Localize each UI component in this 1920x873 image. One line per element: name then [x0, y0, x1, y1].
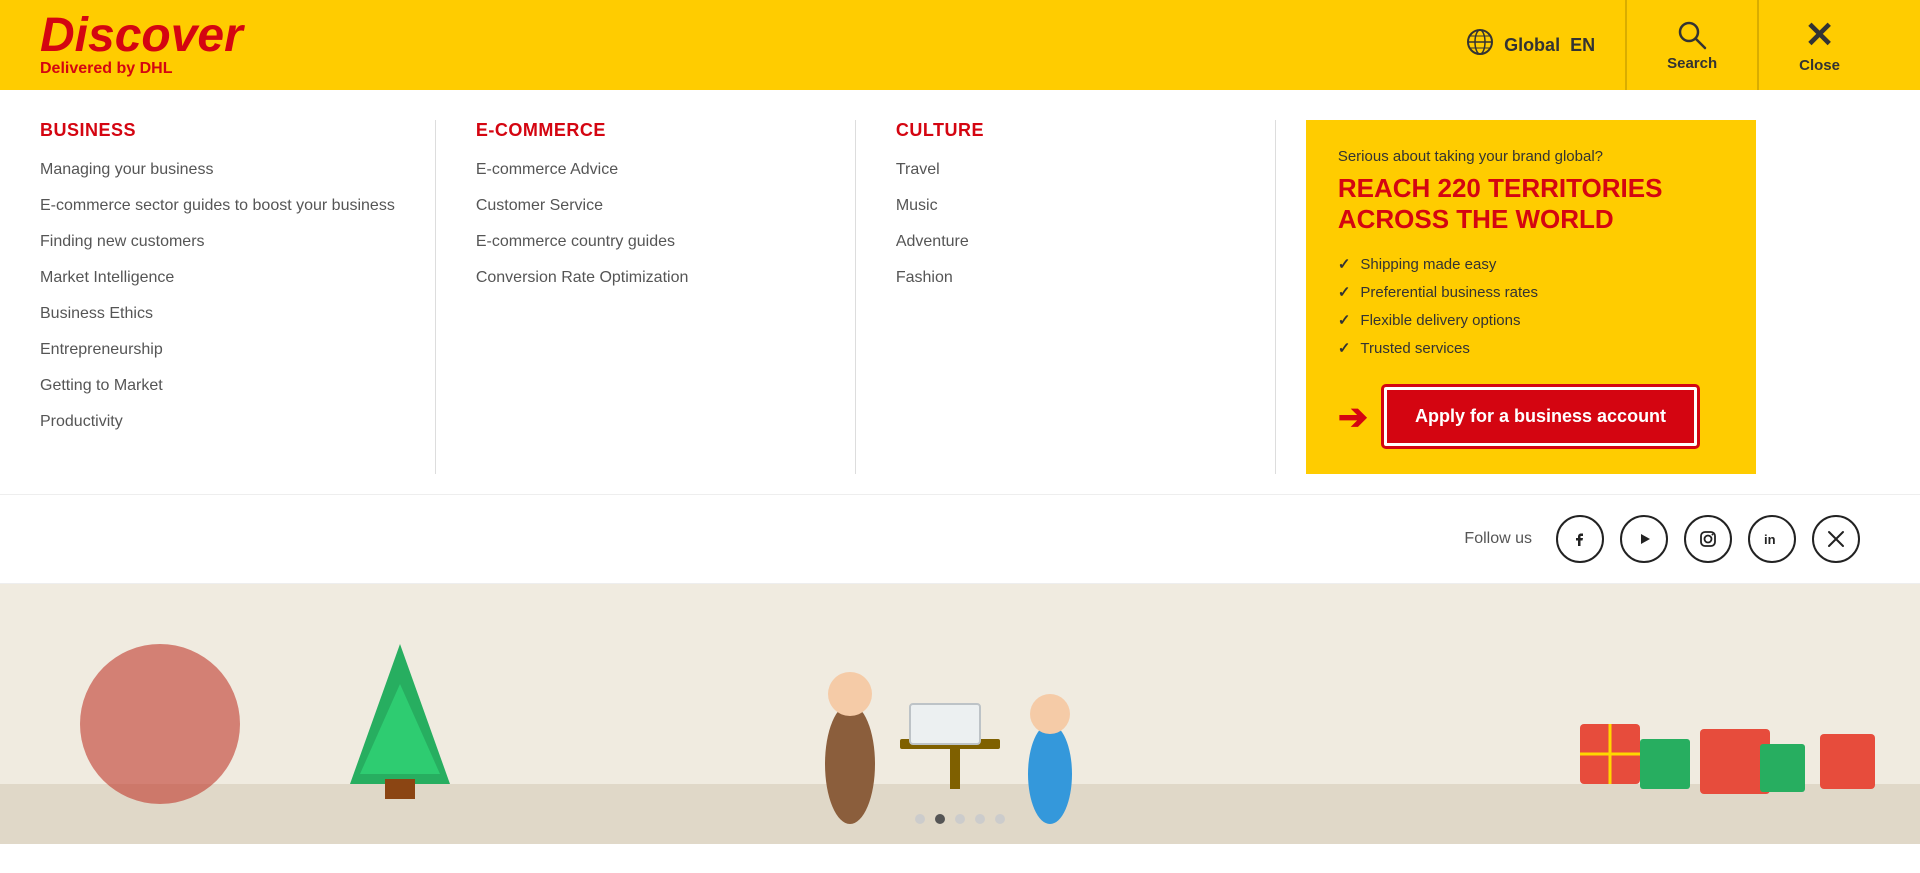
- nav-link-managing[interactable]: Managing your business: [40, 161, 395, 179]
- nav-link-productivity[interactable]: Productivity: [40, 413, 395, 431]
- nav-link-ecommerce-advice[interactable]: E-commerce Advice: [476, 161, 815, 179]
- nav-link-market[interactable]: Market Intelligence: [40, 269, 395, 287]
- facebook-icon[interactable]: [1556, 515, 1604, 563]
- promo-cta-row: ➔ Apply for a business account: [1338, 387, 1724, 446]
- social-bar: Follow us in: [0, 495, 1920, 584]
- nav-link-ethics[interactable]: Business Ethics: [40, 305, 395, 323]
- promo-feature-3: ✓ Flexible delivery options: [1338, 311, 1724, 329]
- nav-column-business: BUSINESS Managing your business E-commer…: [0, 120, 436, 474]
- search-button[interactable]: Search: [1627, 19, 1757, 72]
- nav-link-ecommerce-guides[interactable]: E-commerce sector guides to boost your b…: [40, 197, 395, 215]
- dot-2[interactable]: [935, 814, 945, 824]
- logo-dhl: DHL: [140, 60, 173, 77]
- instagram-icon[interactable]: [1684, 515, 1732, 563]
- promo-card: Serious about taking your brand global? …: [1306, 120, 1756, 474]
- hero-dots: [915, 814, 1005, 824]
- close-label: Close: [1799, 57, 1840, 74]
- apply-business-button[interactable]: Apply for a business account: [1384, 387, 1697, 446]
- close-icon: ✕: [1804, 17, 1834, 53]
- culture-title: CULTURE: [896, 120, 1235, 141]
- close-button[interactable]: ✕ Close: [1759, 17, 1880, 74]
- search-label: Search: [1667, 55, 1717, 72]
- promo-feature-1: ✓ Shipping made easy: [1338, 255, 1724, 273]
- youtube-icon[interactable]: [1620, 515, 1668, 563]
- check-icon-3: ✓: [1338, 311, 1351, 329]
- dot-3[interactable]: [955, 814, 965, 824]
- nav-link-travel[interactable]: Travel: [896, 161, 1235, 179]
- promo-title: REACH 220 TERRITORIES ACROSS THE WORLD: [1338, 173, 1724, 235]
- nav-link-adventure[interactable]: Adventure: [896, 233, 1235, 251]
- globe-icon: [1466, 28, 1494, 63]
- region-label: Global: [1504, 35, 1560, 56]
- follow-text: Follow us: [1464, 530, 1532, 548]
- business-title: BUSINESS: [40, 120, 395, 141]
- check-icon-4: ✓: [1338, 339, 1351, 357]
- logo-discover-text: Discover: [40, 12, 243, 60]
- header-region[interactable]: Global EN: [1436, 28, 1625, 63]
- nav-link-finding[interactable]: Finding new customers: [40, 233, 395, 251]
- svg-text:in: in: [1764, 532, 1776, 547]
- nav-column-ecommerce: E-COMMERCE E-commerce Advice Customer Se…: [436, 120, 856, 474]
- promo-features: ✓ Shipping made easy ✓ Preferential busi…: [1338, 255, 1724, 357]
- nav-link-customer-service[interactable]: Customer Service: [476, 197, 815, 215]
- nav-link-market2[interactable]: Getting to Market: [40, 377, 395, 395]
- nav-link-country-guides[interactable]: E-commerce country guides: [476, 233, 815, 251]
- hero-illustration: [0, 584, 1920, 844]
- hero-section: [0, 584, 1920, 844]
- check-icon-2: ✓: [1338, 283, 1351, 301]
- dot-5[interactable]: [995, 814, 1005, 824]
- search-icon: [1676, 19, 1708, 51]
- promo-feature-2: ✓ Preferential business rates: [1338, 283, 1724, 301]
- nav-column-culture: CULTURE Travel Music Adventure Fashion: [856, 120, 1276, 474]
- check-icon-1: ✓: [1338, 255, 1351, 273]
- header-right: Global EN Search ✕ Close: [1436, 0, 1880, 90]
- dot-4[interactable]: [975, 814, 985, 824]
- logo[interactable]: Discover Delivered by DHL: [40, 12, 243, 78]
- nav-dropdown: BUSINESS Managing your business E-commer…: [0, 90, 1920, 495]
- lang-label: EN: [1570, 35, 1595, 56]
- arrow-right-icon: ➔: [1338, 399, 1368, 435]
- dot-1[interactable]: [915, 814, 925, 824]
- linkedin-icon[interactable]: in: [1748, 515, 1796, 563]
- logo-sub: Delivered by DHL: [40, 60, 243, 78]
- nav-link-entrepreneurship[interactable]: Entrepreneurship: [40, 341, 395, 359]
- ecommerce-title: E-COMMERCE: [476, 120, 815, 141]
- promo-subtitle: Serious about taking your brand global?: [1338, 148, 1724, 165]
- promo-feature-4: ✓ Trusted services: [1338, 339, 1724, 357]
- nav-link-fashion[interactable]: Fashion: [896, 269, 1235, 287]
- nav-link-conversion[interactable]: Conversion Rate Optimization: [476, 269, 815, 287]
- header: Discover Delivered by DHL Global EN: [0, 0, 1920, 90]
- nav-link-music[interactable]: Music: [896, 197, 1235, 215]
- twitter-icon[interactable]: [1812, 515, 1860, 563]
